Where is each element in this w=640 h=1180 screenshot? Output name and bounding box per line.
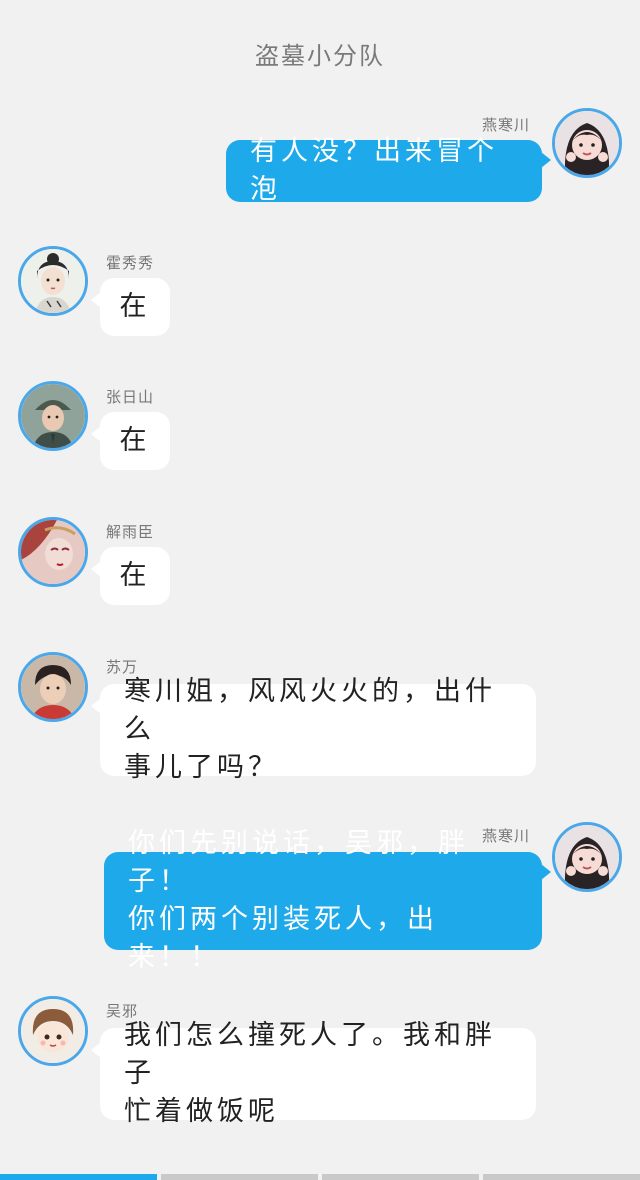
chat-title: 盗墓小分队: [255, 42, 385, 70]
message-text: 你们先别说话，吴邪，胖子！ 你们两个别装死人，出来！！: [128, 828, 469, 973]
avatar[interactable]: [18, 996, 88, 1066]
avatar-girl-icon: [555, 825, 619, 889]
avatar-opera-icon: [21, 520, 85, 584]
progress-segment: [322, 1174, 479, 1180]
avatar[interactable]: [18, 652, 88, 722]
avatar-boy-icon: [21, 655, 85, 719]
sender-name: 解雨臣: [106, 523, 155, 541]
message-bubble[interactable]: 有人没？出来冒个泡: [226, 136, 551, 205]
message-text: 在: [119, 425, 151, 456]
avatar[interactable]: [18, 246, 88, 316]
message-bubble[interactable]: 在: [91, 278, 170, 336]
sender-name: 张日山: [106, 388, 155, 406]
avatar[interactable]: [18, 517, 88, 587]
avatar[interactable]: [552, 822, 622, 892]
message-text: 在: [119, 291, 151, 322]
message-bubble[interactable]: 寒川姐，风风火火的，出什么 事儿了吗？: [91, 676, 536, 783]
message-bubble[interactable]: 我们怎么撞死人了。我和胖子 忙着做饭呢: [91, 1020, 536, 1127]
message-bubble[interactable]: 在: [91, 547, 170, 605]
message-text: 寒川姐，风风火火的，出什么 事儿了吗？: [124, 676, 496, 783]
progress-segment: [0, 1174, 157, 1180]
avatar-girl-icon: [555, 111, 619, 175]
sender-name: 燕寒川: [482, 116, 531, 134]
message-bubble[interactable]: 在: [91, 412, 170, 470]
progress-segment: [483, 1174, 640, 1180]
sender-name: 霍秀秀: [106, 254, 155, 272]
message-text: 有人没？出来冒个泡: [250, 136, 498, 205]
avatar-chibi-icon: [21, 999, 85, 1063]
avatar-officer-icon: [21, 384, 85, 448]
message-text: 我们怎么撞死人了。我和胖子 忙着做饭呢: [124, 1020, 496, 1127]
progress-segment: [161, 1174, 318, 1180]
avatar-woman-icon: [21, 249, 85, 313]
avatar[interactable]: [18, 381, 88, 451]
message-text: 在: [119, 560, 151, 591]
message-bubble[interactable]: 你们先别说话，吴邪，胖子！ 你们两个别装死人，出来！！: [104, 828, 551, 973]
avatar[interactable]: [552, 108, 622, 178]
